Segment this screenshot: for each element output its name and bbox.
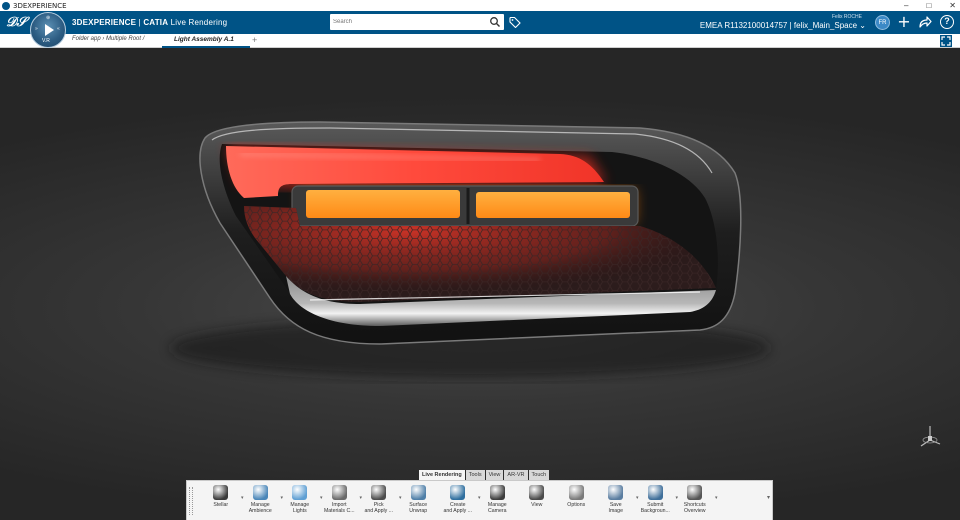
create-material-icon xyxy=(450,485,466,500)
command-label: Options xyxy=(567,502,586,508)
avatar[interactable]: FR xyxy=(875,15,890,30)
command-label: Shortcuts Overview xyxy=(683,502,706,514)
command-label: Save Image xyxy=(608,502,623,514)
view-icon xyxy=(529,485,545,500)
tab-light-assembly[interactable]: Light Assembly A.1 xyxy=(162,34,250,48)
action-bar: Stellar ▾ Manage Ambience ▾ Manage Lights ▾ Im… xyxy=(186,480,773,520)
action-bar-tabs: Live Rendering Tools View AR-VR Touch xyxy=(419,470,550,480)
tab-bar: Folder app › Multiple Root / Light Assem… xyxy=(0,34,960,48)
chevron-down-icon[interactable]: ▾ xyxy=(715,495,718,501)
compass-right-quadrant[interactable]: « xyxy=(57,26,60,32)
command-globe-ambience-button[interactable]: Manage Ambience ▾ xyxy=(241,481,283,520)
chevron-down-icon: ⌄ xyxy=(859,21,866,30)
command-create-material-button[interactable]: Create and Apply ... ▾ xyxy=(438,481,481,520)
amber-indicator-right xyxy=(476,192,630,218)
compass-widget[interactable]: ⊕ » « V.R xyxy=(30,12,66,48)
globe-ambience-icon xyxy=(252,485,268,500)
product-name: CATIA xyxy=(143,18,169,27)
materials-icon xyxy=(331,485,347,500)
window-controls: – □ ✕ xyxy=(904,0,956,11)
search-icon[interactable] xyxy=(489,16,501,28)
dassault-logo-icon[interactable]: 𝒟𝒮 xyxy=(6,14,26,32)
command-label: Manage Lights xyxy=(290,502,310,514)
submit-background-icon xyxy=(647,485,663,500)
command-label: Manage Camera xyxy=(487,502,507,514)
search-input[interactable] xyxy=(333,16,483,28)
share-icon[interactable] xyxy=(918,15,932,29)
app-window: 3DEXPERIENCE – □ ✕ 𝒟𝒮 3DEXPERIENCE | CAT… xyxy=(0,0,960,520)
brand-name: 3DEXPERIENCE xyxy=(72,18,137,27)
command-label: Submit Backgroun... xyxy=(640,502,670,514)
search-box[interactable] xyxy=(330,14,504,30)
add-tab-button[interactable]: + xyxy=(252,34,257,47)
close-button[interactable]: ✕ xyxy=(949,0,956,11)
command-help-shortcuts-button[interactable]: Shortcuts Overview ▾ xyxy=(675,481,718,520)
help-shortcuts-icon xyxy=(687,485,703,500)
options-gear-icon xyxy=(568,485,584,500)
3d-viewport[interactable] xyxy=(0,48,960,520)
lights-icon xyxy=(292,485,308,500)
tail-light-render[interactable] xyxy=(0,48,960,520)
command-label: Import Materials C... xyxy=(323,502,355,514)
breadcrumb: Folder app › Multiple Root / xyxy=(72,36,144,42)
action-bar-more-button[interactable]: ▾ xyxy=(767,494,770,501)
pick-material-icon xyxy=(371,485,387,500)
tag-icon[interactable] xyxy=(509,16,521,28)
os-window-title: 3DEXPERIENCE xyxy=(13,1,67,10)
action-bar-tab-view[interactable]: View xyxy=(485,470,504,480)
command-camera-button[interactable]: Manage Camera xyxy=(478,481,518,520)
action-bar-tab-live-rendering[interactable]: Live Rendering xyxy=(419,470,465,480)
3dexperience-small-logo-icon xyxy=(2,1,10,10)
minimize-button[interactable]: – xyxy=(904,0,908,11)
command-lights-button[interactable]: Manage Lights ▾ xyxy=(280,481,323,520)
command-save-image-button[interactable]: Save Image ▾ xyxy=(596,481,639,520)
command-label: View xyxy=(531,502,543,508)
plus-icon[interactable]: + xyxy=(897,14,911,30)
app-title: 3DEXPERIENCE | CATIA Live Rendering xyxy=(72,18,227,27)
surface-unwrap-icon xyxy=(410,485,426,500)
tab-label: Light Assembly A.1 xyxy=(174,36,234,43)
tenant-label: EMEA R1132100014757 | felix_Main_Space xyxy=(699,21,858,30)
command-label: Pick and Apply ... xyxy=(364,502,394,514)
command-options-gear-button[interactable]: Options xyxy=(557,481,597,520)
command-label: Surface Unwrap xyxy=(409,502,428,514)
command-submit-background-button[interactable]: Submit Backgroun... ▾ xyxy=(636,481,678,520)
command-label: Stellar xyxy=(213,502,229,508)
robot-orientation-icon[interactable] xyxy=(917,424,943,452)
clapperboard-icon xyxy=(213,485,229,500)
app-name: Live Rendering xyxy=(170,18,228,27)
compass-top-quadrant[interactable]: ⊕ xyxy=(46,15,50,21)
top-bar: 𝒟𝒮 3DEXPERIENCE | CATIA Live Rendering F… xyxy=(0,11,960,34)
command-materials-button[interactable]: Import Materials C... ▾ xyxy=(320,481,362,520)
breadcrumb-folder-app[interactable]: Folder app xyxy=(72,36,101,42)
action-bar-tab-ar-vr[interactable]: AR-VR xyxy=(504,470,528,480)
command-surface-unwrap-button[interactable]: Surface Unwrap xyxy=(399,481,439,520)
command-label: Manage Ambience xyxy=(248,502,272,514)
help-icon[interactable]: ? xyxy=(940,15,954,29)
os-title-bar: 3DEXPERIENCE – □ ✕ xyxy=(0,0,960,11)
command-view-button[interactable]: View xyxy=(517,481,557,520)
drag-handle[interactable] xyxy=(189,487,193,515)
compass-bottom-quadrant[interactable]: V.R xyxy=(42,38,50,44)
command-pick-material-button[interactable]: Pick and Apply ... ▾ xyxy=(359,481,402,520)
play-icon xyxy=(45,24,54,36)
fullscreen-icon[interactable] xyxy=(940,35,952,47)
action-bar-tab-tools[interactable]: Tools xyxy=(465,470,485,480)
compass-left-quadrant[interactable]: » xyxy=(35,26,38,32)
camera-icon xyxy=(489,485,505,500)
command-label: Create and Apply ... xyxy=(443,502,473,514)
tenant-selector[interactable]: EMEA R1132100014757 | felix_Main_Space ⌄ xyxy=(700,21,866,30)
save-image-icon xyxy=(608,485,624,500)
breadcrumb-multiple-root[interactable]: Multiple Root xyxy=(106,36,141,42)
user-name: Felix ROCHE xyxy=(831,14,862,20)
amber-indicator-left xyxy=(306,190,460,218)
action-bar-tab-touch[interactable]: Touch xyxy=(528,470,550,480)
command-clapperboard-button[interactable]: Stellar ▾ xyxy=(201,481,244,520)
maximize-button[interactable]: □ xyxy=(926,0,931,11)
breadcrumb-separator: / xyxy=(141,36,145,42)
